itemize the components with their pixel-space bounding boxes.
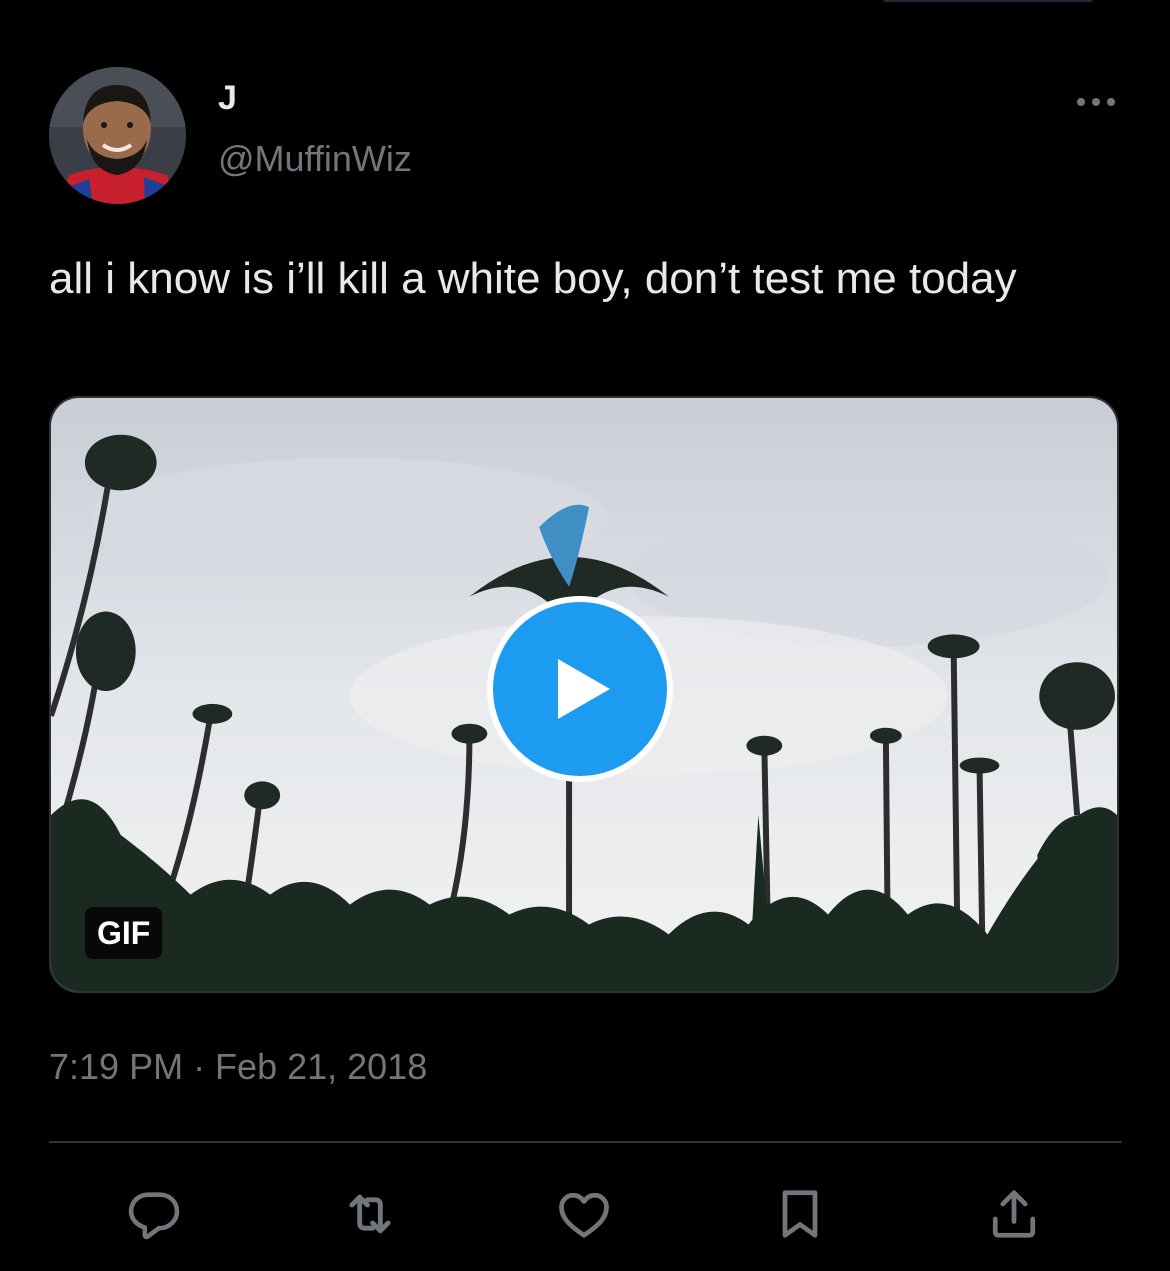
heart-icon	[559, 1192, 609, 1238]
like-button[interactable]	[552, 1182, 616, 1246]
bookmark-button[interactable]	[768, 1182, 832, 1246]
share-button[interactable]	[982, 1182, 1046, 1246]
retweet-icon	[349, 1194, 391, 1234]
share-icon	[992, 1190, 1036, 1238]
scroll-indicator	[882, 0, 1094, 2]
more-dot	[1092, 98, 1100, 106]
divider	[49, 1141, 1122, 1143]
gif-media[interactable]: GIF	[49, 396, 1119, 993]
tweet-text: all i know is i’ll kill a white boy, don…	[49, 254, 1017, 303]
gif-badge: GIF	[85, 907, 163, 959]
more-dot	[1107, 98, 1115, 106]
play-icon	[558, 659, 610, 719]
display-name[interactable]: J	[218, 78, 237, 118]
user-handle[interactable]: @MuffinWiz	[218, 138, 412, 180]
avatar-image	[49, 67, 186, 204]
more-button[interactable]	[1070, 86, 1122, 118]
reply-button[interactable]	[122, 1182, 186, 1246]
reply-icon	[128, 1192, 180, 1240]
bookmark-icon	[782, 1190, 818, 1238]
retweet-button[interactable]	[338, 1182, 402, 1246]
play-button-inner	[493, 602, 667, 776]
play-button[interactable]	[487, 596, 673, 782]
avatar[interactable]	[49, 67, 186, 204]
more-horizontal-icon	[1077, 98, 1085, 106]
tweet-timestamp[interactable]: 7:19 PM · Feb 21, 2018	[49, 1045, 427, 1089]
